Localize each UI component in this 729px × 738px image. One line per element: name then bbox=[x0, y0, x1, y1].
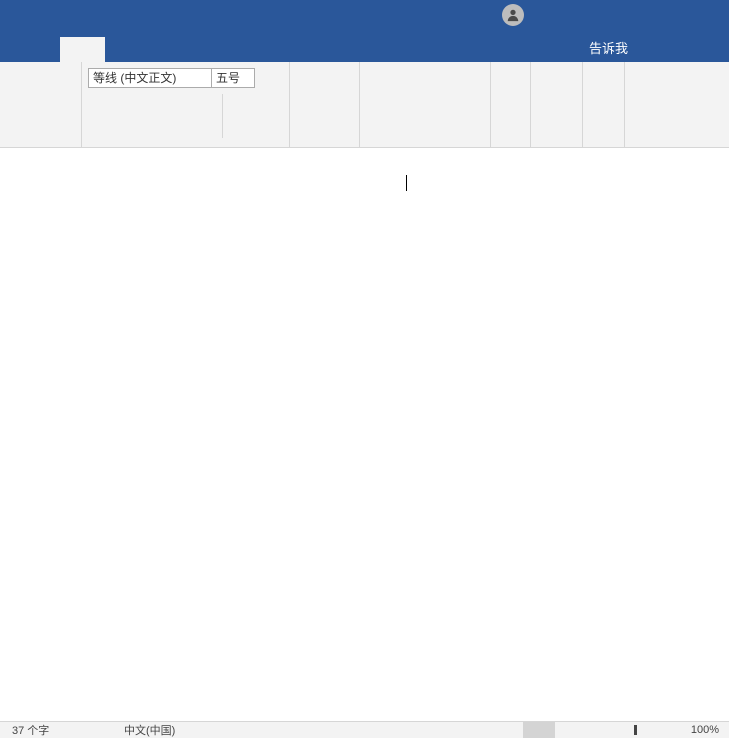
ribbon-group-clipboard bbox=[0, 62, 82, 147]
view-mode-web[interactable] bbox=[587, 722, 619, 738]
ribbon-group-paragraph bbox=[290, 62, 360, 147]
ribbon-group-extra-2 bbox=[531, 62, 583, 147]
status-view-controls bbox=[523, 722, 651, 738]
status-word-count[interactable]: 37 个字 bbox=[12, 722, 49, 738]
text-insertion-cursor bbox=[406, 175, 407, 191]
title-bar: 告诉我 bbox=[0, 0, 729, 62]
ribbon-group-extra-1 bbox=[491, 62, 531, 147]
ribbon-tab-active[interactable] bbox=[60, 37, 105, 62]
view-mode-read[interactable] bbox=[555, 722, 587, 738]
ribbon-group-font: 等线 (中文正文) 五号 bbox=[82, 62, 290, 147]
status-language[interactable]: 中文(中国) bbox=[124, 722, 175, 738]
title-bar-top bbox=[0, 0, 729, 30]
view-mode-print[interactable] bbox=[523, 722, 555, 738]
ribbon-group-styles bbox=[360, 62, 491, 147]
font-group-separator bbox=[222, 94, 223, 138]
document-canvas[interactable] bbox=[0, 148, 729, 721]
user-account-icon[interactable] bbox=[502, 4, 524, 26]
zoom-slider-handle[interactable] bbox=[619, 722, 651, 738]
font-size-combobox[interactable]: 五号 bbox=[212, 68, 255, 88]
ribbon-toolbar: 等线 (中文正文) 五号 bbox=[0, 62, 729, 148]
font-name-combobox[interactable]: 等线 (中文正文) bbox=[88, 68, 212, 88]
font-controls-row: 等线 (中文正文) 五号 bbox=[88, 68, 283, 88]
status-bar: 37 个字 中文(中国) 100% bbox=[0, 721, 729, 738]
status-zoom-level[interactable]: 100% bbox=[691, 724, 719, 736]
person-icon bbox=[506, 8, 520, 22]
tell-me-search[interactable]: 告诉我 bbox=[589, 38, 628, 57]
ribbon-group-extra-3 bbox=[583, 62, 625, 147]
